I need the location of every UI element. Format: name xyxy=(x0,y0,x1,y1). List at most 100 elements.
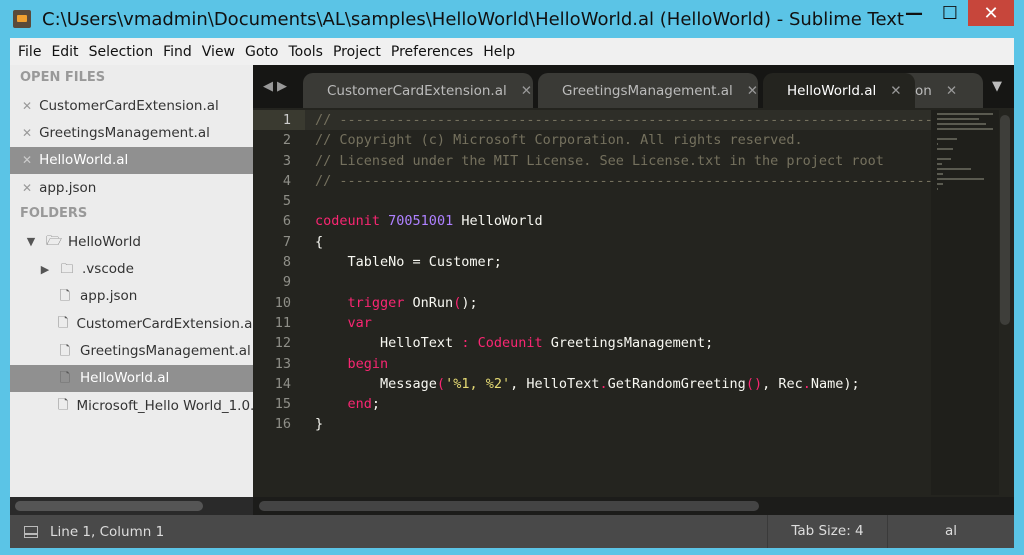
minimap-line xyxy=(937,173,944,175)
code-line: begin xyxy=(315,354,931,374)
folder-vscode[interactable]: ▶ 🗀 .vscode xyxy=(10,255,253,282)
file-label: GreetingsManagement.al xyxy=(80,343,251,360)
code-line: end; xyxy=(315,394,931,414)
line-number: 14 xyxy=(274,375,291,392)
file-tree-item[interactable]: 🗋 app.json xyxy=(10,283,253,310)
folder-open-icon: 🗁 xyxy=(46,234,63,250)
folder-helloworld[interactable]: ▼ 🗁 HelloWorld xyxy=(10,228,253,255)
minimap-line xyxy=(937,138,957,140)
open-file-label: CustomerCardExtension.al xyxy=(39,97,219,114)
code-token: TableNo = Customer; xyxy=(315,254,502,271)
open-file-item[interactable]: ✕ app.json xyxy=(10,174,253,201)
code-line: trigger OnRun(); xyxy=(315,293,931,313)
code-area[interactable]: // -------------------------------------… xyxy=(315,110,931,435)
minimize-button[interactable]: — xyxy=(896,0,932,26)
file-icon: 🗋 xyxy=(59,370,71,386)
code-token: '%1, %2' xyxy=(445,375,511,392)
file-label: HelloWorld.al xyxy=(80,370,170,387)
file-tree-item[interactable]: 🗋 CustomerCardExtension.al xyxy=(10,310,253,337)
tab-close-icon[interactable]: ✕ xyxy=(890,83,901,99)
code-token: ( xyxy=(436,375,446,392)
file-tree-item[interactable]: 🗋 HelloWorld.al xyxy=(10,364,253,392)
chevron-right-icon[interactable]: ▶ xyxy=(38,262,52,277)
editor-vertical-scrollbar[interactable] xyxy=(1000,115,1010,325)
tab-dropdown-icon[interactable]: ▼ xyxy=(992,79,1002,94)
line-number: 10 xyxy=(274,294,291,311)
tab-0[interactable]: CustomerCardExtension.al ✕ xyxy=(303,73,533,108)
code-line: } xyxy=(315,414,931,434)
close-button[interactable]: ✕ xyxy=(968,0,1014,26)
file-label: CustomerCardExtension.al xyxy=(76,315,253,332)
tab-close-icon[interactable]: ✕ xyxy=(521,83,532,99)
tab-size-selector[interactable]: Tab Size: 4 xyxy=(767,515,887,548)
menu-item-find[interactable]: Find xyxy=(163,44,192,60)
close-file-icon[interactable]: ✕ xyxy=(22,99,32,113)
open-file-label: app.json xyxy=(39,179,97,196)
close-file-icon[interactable]: ✕ xyxy=(22,126,32,140)
minimap[interactable] xyxy=(931,110,999,495)
tab-nav-arrows-icon[interactable]: ◀▶ xyxy=(263,79,291,94)
menu-item-tools[interactable]: Tools xyxy=(288,44,323,60)
syntax-selector[interactable]: al xyxy=(887,515,1014,548)
open-file-item[interactable]: ✕ CustomerCardExtension.al xyxy=(10,92,253,119)
line-number: 2 xyxy=(282,132,291,149)
close-file-icon[interactable]: ✕ xyxy=(22,153,32,167)
menu-item-file[interactable]: File xyxy=(18,44,41,60)
code-line: // Licensed under the MIT License. See L… xyxy=(315,151,931,171)
code-token: // Licensed under the MIT License. See L… xyxy=(315,152,884,169)
folder-icon: 🗀 xyxy=(60,261,74,277)
code-line: HelloText : Codeunit GreetingsManagement… xyxy=(315,333,931,353)
tab-close-icon[interactable]: ✕ xyxy=(747,83,758,99)
line-number: 16 xyxy=(274,416,291,433)
open-file-item[interactable]: ✕ HelloWorld.al xyxy=(10,146,253,174)
tab-1[interactable]: GreetingsManagement.al ✕ xyxy=(538,73,758,108)
menu-item-view[interactable]: View xyxy=(202,44,235,60)
file-tree-item[interactable]: 🗋 GreetingsManagement.al xyxy=(10,337,253,364)
code-token: ; xyxy=(371,396,381,413)
code-token: end xyxy=(347,396,372,413)
menu-item-preferences[interactable]: Preferences xyxy=(391,44,473,60)
code-token: , HelloText xyxy=(510,375,600,392)
code-token: } xyxy=(315,416,324,433)
code-token: () xyxy=(745,375,763,392)
code-line: codeunit 70051001 HelloWorld xyxy=(315,211,931,231)
code-line: // -------------------------------------… xyxy=(315,171,931,191)
file-label: app.json xyxy=(80,288,138,305)
code-line: Message('%1, %2', HelloText.GetRandomGre… xyxy=(315,374,931,394)
chevron-down-icon[interactable]: ▼ xyxy=(24,234,38,249)
line-number: 7 xyxy=(282,233,291,250)
close-file-icon[interactable]: ✕ xyxy=(22,181,32,195)
code-line: { xyxy=(315,232,931,252)
folder-label: HelloWorld xyxy=(68,233,141,250)
open-file-item[interactable]: ✕ GreetingsManagement.al xyxy=(10,119,253,146)
title-bar: C:\Users\vmadmin\Documents\AL\samples\He… xyxy=(0,0,1024,38)
menu-item-edit[interactable]: Edit xyxy=(51,44,78,60)
tab-label: GreetingsManagement.al xyxy=(562,82,733,99)
code-token: . xyxy=(802,375,811,392)
line-number: 1 xyxy=(253,110,305,131)
file-tree-item[interactable]: 🗋 Microsoft_Hello World_1.0.0 xyxy=(10,392,253,419)
tab-bar: ◀▶ CustomerCardExtension.al ✕ GreetingsMan… xyxy=(253,65,1014,108)
editor-horizontal-scrollbar[interactable] xyxy=(253,497,1014,515)
line-number: 13 xyxy=(274,355,291,372)
line-number: 15 xyxy=(274,396,291,413)
menu-item-goto[interactable]: Goto xyxy=(245,44,278,60)
code-line: TableNo = Customer; xyxy=(315,252,931,272)
sidebar-horizontal-scrollbar[interactable] xyxy=(10,497,253,515)
tab-close-icon[interactable]: ✕ xyxy=(946,83,957,99)
maximize-button[interactable]: ☐ xyxy=(932,0,968,26)
tab-2[interactable]: HelloWorld.al ✕ xyxy=(763,73,915,108)
menu-item-project[interactable]: Project xyxy=(333,44,381,60)
open-file-label: GreetingsManagement.al xyxy=(39,124,210,141)
menu-item-selection[interactable]: Selection xyxy=(89,44,154,60)
menu-item-help[interactable]: Help xyxy=(483,44,515,60)
panel-toggle-icon[interactable] xyxy=(24,525,38,538)
code-token: // -------------------------------------… xyxy=(315,172,931,189)
code-token: OnRun xyxy=(404,294,454,311)
